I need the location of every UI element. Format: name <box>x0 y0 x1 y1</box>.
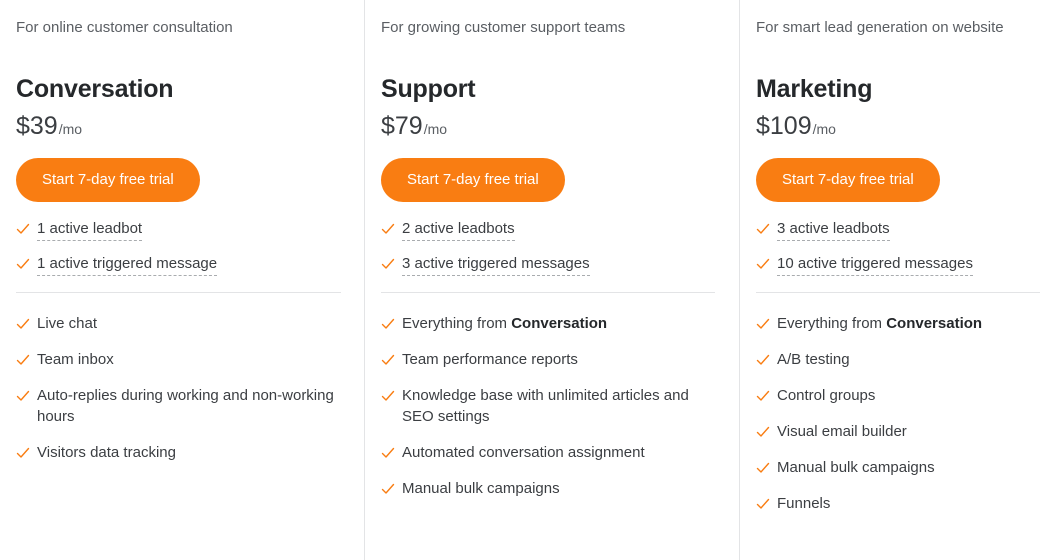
feature-label: Control groups <box>777 387 876 404</box>
feature-label: Funnels <box>777 495 831 512</box>
plan-price-row: $39 /mo <box>16 111 348 141</box>
plan-name: Marketing <box>756 75 873 103</box>
feature-item: Everything from Conversation <box>756 313 1039 334</box>
feature-label: Knowledge base with unlimited articles a… <box>402 387 689 425</box>
feature-item: Funnels <box>756 493 1039 514</box>
plan-name: Support <box>381 75 476 103</box>
feature-item: Manual bulk campaigns <box>756 457 1039 478</box>
quota-item[interactable]: 10 active triggered messages <box>756 253 1039 276</box>
quota-label[interactable]: 10 active triggered messages <box>777 253 973 276</box>
plan-price-row: $79 /mo <box>381 111 723 141</box>
plan-price-period: /mo <box>812 121 836 137</box>
check-icon <box>381 385 395 406</box>
feature-item: Live chat <box>16 313 348 334</box>
section-divider <box>756 292 1040 293</box>
feature-label: Manual bulk campaigns <box>402 480 560 497</box>
plan-price-period: /mo <box>58 121 83 137</box>
feature-label: Everything from Conversation <box>402 315 608 332</box>
feature-item: Automated conversation assignment <box>381 442 723 463</box>
feature-item: Control groups <box>756 385 1039 406</box>
check-icon <box>756 493 770 514</box>
feature-label: A/B testing <box>777 351 850 368</box>
feature-item: Team inbox <box>16 349 348 370</box>
plan-tagline: For growing customer support teams <box>381 19 626 36</box>
check-icon <box>381 442 395 463</box>
check-icon <box>756 218 770 239</box>
plan-tagline: For online customer consultation <box>16 19 233 36</box>
check-icon <box>16 218 30 239</box>
plan-price: $39 <box>16 112 58 140</box>
plan-card-marketing: For smart lead generation on website Mar… <box>739 0 1055 560</box>
feature-label: Live chat <box>37 315 98 332</box>
start-free-trial-button[interactable]: Start 7-day free trial <box>16 158 200 202</box>
feature-item: Visitors data tracking <box>16 442 348 463</box>
feature-label: Team inbox <box>37 351 114 368</box>
section-divider <box>16 292 341 293</box>
quota-label[interactable]: 1 active triggered message <box>37 253 218 276</box>
start-free-trial-button[interactable]: Start 7-day free trial <box>756 158 940 202</box>
quota-label[interactable]: 2 active leadbots <box>402 218 515 241</box>
plan-feature-list: Everything from Conversation Team perfor… <box>381 313 723 499</box>
feature-item: Everything from Conversation <box>381 313 723 334</box>
quota-label[interactable]: 3 active leadbots <box>777 218 890 241</box>
check-icon <box>16 349 30 370</box>
feature-label: Automated conversation assignment <box>402 444 645 461</box>
plan-quota-list: 1 active leadbot 1 active triggered mess… <box>16 218 348 276</box>
plan-quota-list: 3 active leadbots 10 active triggered me… <box>756 218 1039 276</box>
check-icon <box>756 421 770 442</box>
section-divider <box>381 292 715 293</box>
plan-card-conversation: For online customer consultation Convers… <box>0 0 364 560</box>
quota-item[interactable]: 3 active triggered messages <box>381 253 723 276</box>
quota-item[interactable]: 1 active leadbot <box>16 218 348 241</box>
check-icon <box>756 313 770 334</box>
plan-price: $79 <box>381 112 423 140</box>
check-icon <box>756 385 770 406</box>
check-icon <box>381 478 395 499</box>
check-icon <box>756 349 770 370</box>
check-icon <box>381 349 395 370</box>
feature-label: Visitors data tracking <box>37 444 176 461</box>
feature-item: Manual bulk campaigns <box>381 478 723 499</box>
check-icon <box>16 253 30 274</box>
start-free-trial-button[interactable]: Start 7-day free trial <box>381 158 565 202</box>
quota-label[interactable]: 3 active triggered messages <box>402 253 590 276</box>
check-icon <box>16 313 30 334</box>
plan-price-row: $109 /mo <box>756 111 1039 141</box>
plan-quota-list: 2 active leadbots 3 active triggered mes… <box>381 218 723 276</box>
pricing-table: For online customer consultation Convers… <box>0 0 1055 560</box>
feature-item: Visual email builder <box>756 421 1039 442</box>
check-icon <box>16 442 30 463</box>
quota-item[interactable]: 1 active triggered message <box>16 253 348 276</box>
check-icon <box>381 218 395 239</box>
plan-feature-list: Everything from Conversation A/B testing… <box>756 313 1039 514</box>
feature-label: Auto-replies during working and non-work… <box>37 387 334 425</box>
quota-item[interactable]: 2 active leadbots <box>381 218 723 241</box>
plan-name: Conversation <box>16 75 174 103</box>
feature-label: Manual bulk campaigns <box>777 459 935 476</box>
quota-label[interactable]: 1 active leadbot <box>37 218 143 241</box>
plan-feature-list: Live chat Team inbox Auto-replies during… <box>16 313 348 463</box>
feature-item: A/B testing <box>756 349 1039 370</box>
check-icon <box>381 253 395 274</box>
plan-price: $109 <box>756 112 812 140</box>
feature-label: Everything from Conversation <box>777 315 983 332</box>
quota-item[interactable]: 3 active leadbots <box>756 218 1039 241</box>
check-icon <box>756 253 770 274</box>
plan-tagline: For smart lead generation on website <box>756 19 1004 36</box>
feature-item: Knowledge base with unlimited articles a… <box>381 385 723 427</box>
feature-item: Team performance reports <box>381 349 723 370</box>
feature-item: Auto-replies during working and non-work… <box>16 385 348 427</box>
feature-label: Visual email builder <box>777 423 907 440</box>
plan-card-support: For growing customer support teams Suppo… <box>364 0 739 560</box>
check-icon <box>756 457 770 478</box>
feature-label: Team performance reports <box>402 351 578 368</box>
check-icon <box>16 385 30 406</box>
check-icon <box>381 313 395 334</box>
plan-price-period: /mo <box>423 121 448 137</box>
